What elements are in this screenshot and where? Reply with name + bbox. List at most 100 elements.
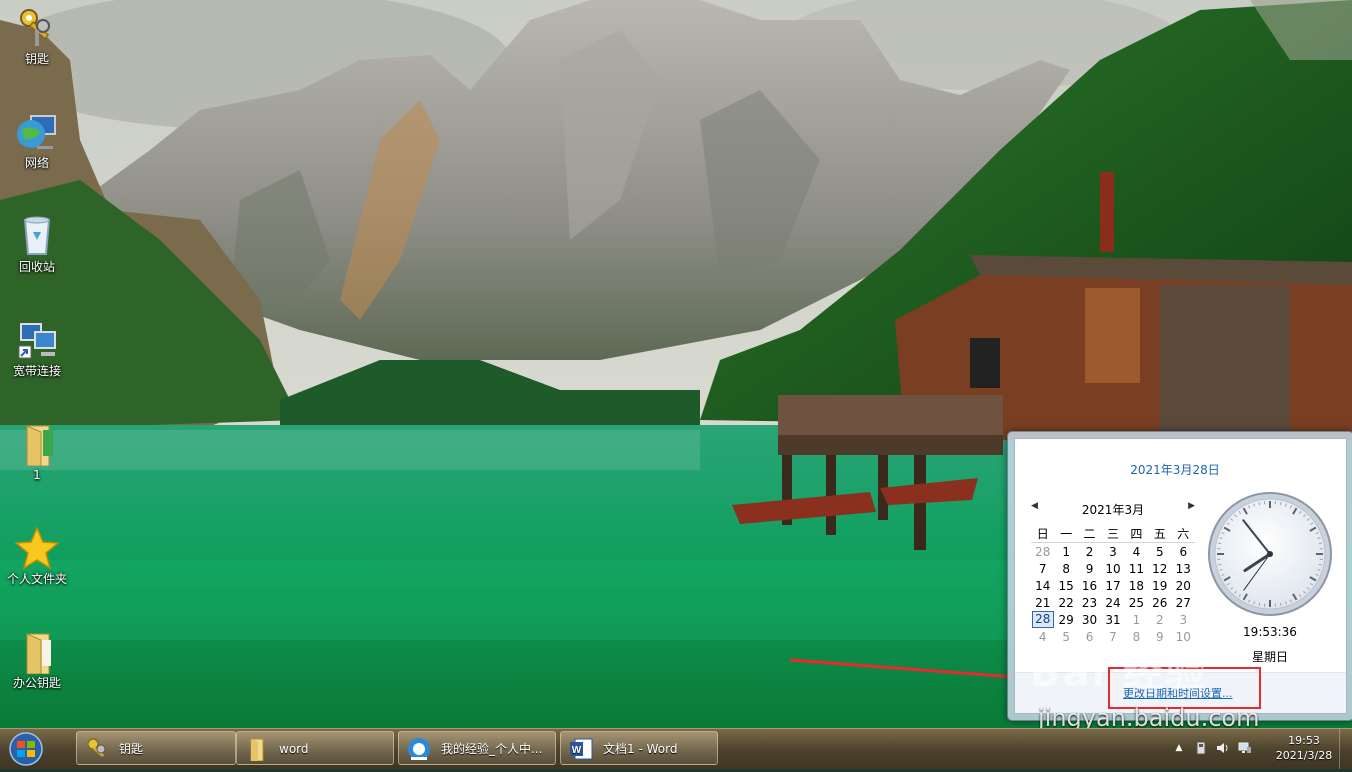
desktop-icon-keys[interactable]: 钥匙 — [2, 6, 72, 66]
desktop-icon-broadband[interactable]: 宽带连接 — [2, 318, 72, 378]
calendar-day[interactable]: 17 — [1101, 577, 1124, 594]
desktop-icon-network[interactable]: 网络 — [2, 110, 72, 170]
calendar-day[interactable]: 2 — [1078, 543, 1101, 561]
calendar-day[interactable]: 5 — [1148, 543, 1171, 561]
clock-tick — [1218, 543, 1221, 544]
taskbar-button-label: 我的经验_个人中... — [441, 732, 542, 765]
calendar-day[interactable]: 28 — [1031, 543, 1054, 561]
calendar-day[interactable]: 14 — [1031, 577, 1054, 594]
calendar-day[interactable]: 8 — [1054, 560, 1077, 577]
taskbar-clock[interactable]: 19:53 2021/3/28 — [1274, 733, 1334, 763]
clock-tick — [1259, 603, 1260, 606]
clock-tick — [1280, 502, 1281, 505]
weekday-header-cell: 一 — [1054, 525, 1077, 543]
desktop-icon-personal-folder[interactable]: 个人文件夹 — [2, 526, 72, 586]
calendar-day[interactable]: 21 — [1031, 594, 1054, 611]
calendar-day[interactable]: 2 — [1148, 611, 1171, 628]
broadband-connection-icon — [15, 318, 59, 362]
desktop-icon-label: 宽带连接 — [2, 364, 72, 378]
show-hidden-icons-button[interactable]: ▲ — [1172, 741, 1186, 755]
desktop-icon-label: 1 — [2, 468, 72, 482]
network-globe-icon — [15, 110, 59, 154]
weekday-header-cell: 五 — [1148, 525, 1171, 543]
taskbar: 钥匙 word 我的经验_个人中... W 文档1 - Word ▲ 19:53 — [0, 728, 1352, 769]
taskbar-button-word-folder[interactable]: word — [236, 731, 394, 765]
watermark-brand: Bai 经验 — [1030, 640, 1207, 698]
recycle-bin-icon — [15, 214, 59, 258]
start-button[interactable] — [6, 730, 46, 768]
calendar-day[interactable]: 23 — [1078, 594, 1101, 611]
calendar-day[interactable]: 20 — [1172, 577, 1195, 594]
calendar-day[interactable]: 3 — [1172, 611, 1195, 628]
system-tray: ▲ 19:53 2021/3/28 — [1152, 729, 1352, 769]
calendar-day[interactable]: 31 — [1101, 611, 1124, 628]
weekday-header-cell: 四 — [1125, 525, 1148, 543]
taskbar-time: 19:53 — [1274, 733, 1334, 748]
taskbar-button-label: 钥匙 — [119, 732, 143, 765]
month-title[interactable]: 2021年3月 — [1031, 501, 1195, 518]
calendar-grid: 日一二三四五六 28123456789101112131415161718192… — [1031, 525, 1195, 645]
taskbar-button-label: 文档1 - Word — [603, 732, 677, 765]
calendar-day[interactable]: 29 — [1054, 611, 1077, 628]
network-status-icon[interactable] — [1238, 741, 1252, 755]
calendar-day[interactable]: 25 — [1125, 594, 1148, 611]
calendar-day[interactable]: 4 — [1125, 543, 1148, 561]
usb-device-icon[interactable] — [1194, 741, 1208, 755]
calendar-day[interactable]: 12 — [1148, 560, 1171, 577]
desktop-icon-label: 办公钥匙 — [2, 676, 72, 690]
folder-icon — [15, 630, 59, 674]
volume-icon[interactable] — [1216, 741, 1230, 755]
weekday-header-cell: 六 — [1172, 525, 1195, 543]
desktop-icon-recycle-bin[interactable]: 回收站 — [2, 214, 72, 274]
calendar-day[interactable]: 19 — [1148, 577, 1171, 594]
show-desktop-button[interactable] — [1339, 729, 1352, 769]
clock-tick — [1280, 603, 1281, 606]
taskbar-button-word-document[interactable]: W 文档1 - Word — [560, 731, 718, 765]
calendar-day[interactable]: 26 — [1148, 594, 1171, 611]
month-navigation: ◀ 2021年3月 ▶ — [1031, 501, 1195, 517]
calendar-day[interactable]: 15 — [1054, 577, 1077, 594]
svg-text:W: W — [572, 745, 582, 756]
folder-icon — [245, 737, 269, 761]
desktop-icon-label: 个人文件夹 — [2, 572, 72, 586]
next-month-icon[interactable]: ▶ — [1188, 501, 1195, 511]
calendar-day[interactable]: 11 — [1125, 560, 1148, 577]
calendar-week-row: 28293031123 — [1031, 611, 1195, 628]
weekday-header-cell: 三 — [1101, 525, 1124, 543]
browser-icon — [407, 737, 431, 761]
calendar-day[interactable]: 7 — [1031, 560, 1054, 577]
calendar-day[interactable]: 24 — [1101, 594, 1124, 611]
calendar-day[interactable]: 9 — [1078, 560, 1101, 577]
desktop-icon-office-keys[interactable]: 办公钥匙 — [2, 630, 72, 690]
taskbar-button-label: word — [279, 732, 309, 765]
calendar-day-today[interactable]: 28 — [1031, 611, 1054, 628]
calendar-day[interactable]: 10 — [1101, 560, 1124, 577]
desktop-icon-label: 网络 — [2, 156, 72, 170]
watermark: Bai 经验 jingyan.baidu.com — [1030, 640, 1330, 740]
calendar-week-row: 78910111213 — [1031, 560, 1195, 577]
keys-icon — [85, 737, 109, 761]
calendar-week-row: 28123456 — [1031, 543, 1195, 561]
calendar-day[interactable]: 1 — [1054, 543, 1077, 561]
star-icon — [15, 526, 59, 570]
calendar-week-row: 21222324252627 — [1031, 594, 1195, 611]
calendar-day[interactable]: 13 — [1172, 560, 1195, 577]
calendar-day[interactable]: 16 — [1078, 577, 1101, 594]
taskbar-button-keys[interactable]: 钥匙 — [76, 731, 236, 765]
desktop-icon-folder-1[interactable]: 1 — [2, 422, 72, 482]
calendar-day[interactable]: 18 — [1125, 577, 1148, 594]
clock-tick — [1319, 564, 1322, 565]
windows-logo-icon — [6, 730, 46, 768]
calendar-day[interactable]: 27 — [1172, 594, 1195, 611]
keys-icon — [15, 6, 59, 50]
calendar-day[interactable]: 22 — [1054, 594, 1077, 611]
full-date-header[interactable]: 2021年3月28日 — [1015, 461, 1335, 478]
taskbar-button-browser[interactable]: 我的经验_个人中... — [398, 731, 556, 765]
calendar-day[interactable]: 1 — [1125, 611, 1148, 628]
analog-clock — [1207, 491, 1333, 617]
calendar-day[interactable]: 3 — [1101, 543, 1124, 561]
calendar-day[interactable]: 30 — [1078, 611, 1101, 628]
calendar-day[interactable]: 6 — [1172, 543, 1195, 561]
calendar-week-row: 14151617181920 — [1031, 577, 1195, 594]
weekday-header-cell: 日 — [1031, 525, 1054, 543]
